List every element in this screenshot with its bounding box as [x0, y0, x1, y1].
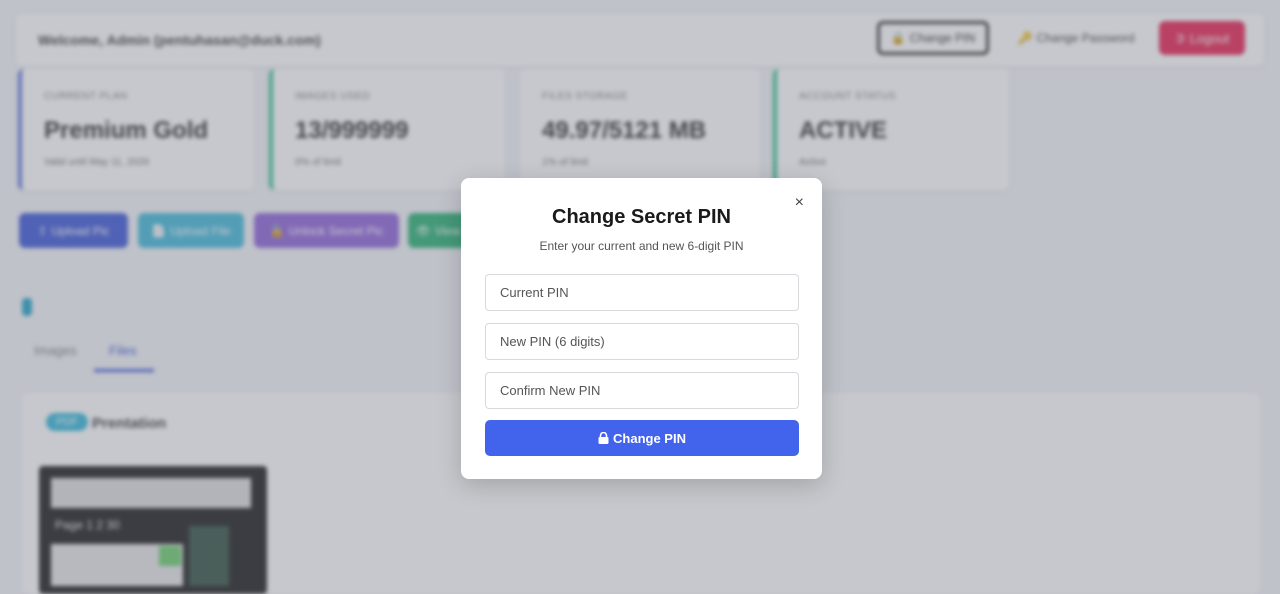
- modal-title: Change Secret PIN: [552, 206, 731, 228]
- change-pin-submit-label: Change PIN: [613, 430, 686, 446]
- confirm-pin-input[interactable]: [485, 372, 799, 409]
- lock-icon: [598, 432, 609, 444]
- modal-subtitle: Enter your current and new 6-digit PIN: [539, 239, 744, 253]
- change-pin-modal: × Change Secret PIN Enter your current a…: [461, 178, 822, 479]
- new-pin-input[interactable]: [485, 323, 799, 360]
- change-pin-submit-button[interactable]: Change PIN: [485, 420, 799, 456]
- current-pin-input[interactable]: [485, 274, 799, 311]
